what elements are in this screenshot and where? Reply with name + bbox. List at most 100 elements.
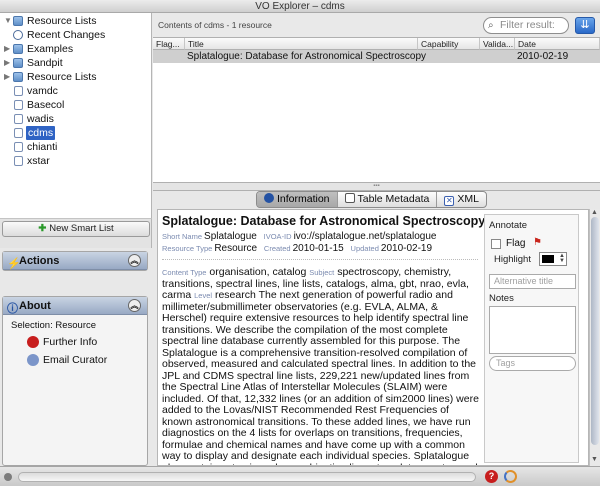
column-header-capability[interactable]: Capability <box>418 38 480 50</box>
xml-icon: ✕ <box>444 196 455 206</box>
collapse-icon[interactable]: ︽ <box>128 299 141 312</box>
folder-icon <box>13 58 23 68</box>
alternative-title-input[interactable]: Alternative title <box>489 274 576 289</box>
created-key: Created <box>263 244 291 253</box>
collapse-icon[interactable]: ︽ <box>128 254 141 267</box>
sidebar-item-resource-lists[interactable]: ▶ Resource Lists <box>0 70 152 84</box>
folder-icon <box>13 16 23 26</box>
flag-label: Flag <box>506 238 526 249</box>
selection-label: Selection: Resource <box>11 320 97 331</box>
description-block: Content Type organisation, catalog Subje… <box>162 266 480 465</box>
disclosure-triangle-icon[interactable]: ▶ <box>4 42 10 56</box>
lightning-icon: ⚡ <box>7 258 21 270</box>
tab-table-metadata[interactable]: Table Metadata <box>338 192 438 207</box>
row-title: Splatalogue: Database for Astronomical S… <box>187 51 427 62</box>
column-header-date[interactable]: Date <box>515 38 600 50</box>
sidebar-header[interactable]: ▼ Resource Lists <box>0 14 152 28</box>
table-icon <box>344 193 355 203</box>
filter-input[interactable]: ⌕ Filter result: <box>483 17 569 34</box>
document-icon <box>14 100 23 110</box>
updated-value: 2010-02-19 <box>380 243 433 254</box>
meta-line-1: Short Name Splatalogue IVOA-ID ivo://splat… <box>162 231 440 242</box>
further-info-label: Further Info <box>43 336 98 348</box>
row-date: 2010-02-19 <box>517 51 569 62</box>
annotate-panel: Annotate Flag ⚑ Highlight ▲ ▼ Alternative… <box>484 214 579 463</box>
split-handle[interactable]: ▪▪▪ <box>153 182 600 191</box>
info-icon <box>264 193 274 203</box>
column-header-validation[interactable]: Valida... <box>480 38 515 50</box>
document-icon <box>14 128 23 138</box>
ivoa-id-key: IVOA-ID <box>263 232 292 241</box>
content-type-value: organisation, catalog <box>209 266 307 278</box>
about-body: Selection: Resource Further Info Email C… <box>3 315 147 369</box>
filter-placeholder: Filter result: <box>500 19 555 31</box>
tags-input[interactable]: Tags <box>489 356 576 371</box>
tab-xml[interactable]: ✕ XML <box>437 192 486 207</box>
scroll-down-icon[interactable]: ▼ <box>591 456 598 463</box>
document-icon <box>14 86 23 96</box>
sidebar-item-cdms[interactable]: cdms <box>0 126 152 140</box>
level-value: research <box>214 289 256 301</box>
actions-header[interactable]: ⚡ Actions ︽ <box>3 252 147 270</box>
sidebar-item-sandpit[interactable]: ▶ Sandpit <box>0 56 152 70</box>
annotate-title: Annotate <box>489 220 528 231</box>
sidebar-item-examples[interactable]: ▶ Examples <box>0 42 152 56</box>
disclosure-triangle-icon[interactable]: ▶ <box>4 56 10 70</box>
person-icon <box>27 354 39 366</box>
sidebar-item-label: Examples <box>27 43 74 55</box>
app-window: VO Explorer – cdms ▼ Resource Lists Rece… <box>0 0 600 486</box>
content-type-key: Content Type <box>162 268 207 277</box>
sidebar-item-basecol[interactable]: Basecol <box>0 98 152 112</box>
search-icon: ⌕ <box>488 20 494 31</box>
folder-icon <box>13 44 23 54</box>
meta-line-2: Resource Type Resource Created 2010-01-15 … <box>162 243 436 254</box>
created-value: 2010-01-15 <box>292 243 344 254</box>
about-title: About <box>19 300 51 312</box>
further-info-link[interactable]: Further Info <box>13 333 147 351</box>
sidebar-item-xstar[interactable]: xstar <box>0 154 152 168</box>
sidebar-item-label: vamdc <box>27 85 58 97</box>
highlight-label: Highlight <box>494 254 531 265</box>
sidebar-item-label: Basecol <box>27 99 65 111</box>
tab-table-metadata-label: Table Metadata <box>357 193 430 205</box>
scroll-up-icon[interactable]: ▲ <box>591 209 598 216</box>
sidebar-item-label: xstar <box>27 155 50 167</box>
ivoa-id-value[interactable]: ivo://splatalogue.net/splatalogue <box>294 231 437 242</box>
about-header[interactable]: ⓘ About ︽ <box>3 297 147 315</box>
double-chevron-down-icon: ⇊ <box>580 19 590 31</box>
divider <box>162 259 478 260</box>
scrollbar-thumb[interactable] <box>591 217 599 445</box>
table-row[interactable]: Splatalogue: Database for Astronomical S… <box>153 50 600 63</box>
flag-icon: ⚑ <box>533 237 542 248</box>
sidebar-item-label: wadis <box>27 113 54 125</box>
actions-panel: ⚡ Actions ︽ <box>2 251 148 271</box>
tab-information-label: Information <box>277 193 330 205</box>
short-name-key: Short Name <box>162 232 203 241</box>
sidebar-item-chianti[interactable]: chianti <box>0 140 152 154</box>
notes-label: Notes <box>489 293 514 304</box>
horizontal-scrollbar[interactable] <box>18 472 476 482</box>
tab-xml-label: XML <box>457 193 479 205</box>
color-swatch <box>542 255 554 263</box>
about-panel: ⓘ About ︽ Selection: Resource Further In… <box>2 296 148 466</box>
contents-caption: Contents of cdms - 1 resource <box>158 20 272 30</box>
sidebar-item-recent-changes[interactable]: Recent Changes <box>0 28 152 42</box>
column-header-title[interactable]: Title <box>185 38 418 50</box>
status-dot-icon <box>4 473 12 481</box>
tab-information[interactable]: Information <box>257 192 338 207</box>
detail-scrollbar[interactable]: ▲ ▼ <box>589 209 600 466</box>
highlight-color-picker[interactable]: ▲ ▼ <box>539 252 567 266</box>
disclosure-triangle-icon[interactable]: ▶ <box>4 70 10 84</box>
disclosure-triangle-icon[interactable]: ▼ <box>4 14 12 28</box>
new-smart-list-button[interactable]: ✚ New Smart List <box>2 221 150 237</box>
sidebar-item-wadis[interactable]: wadis <box>0 112 152 126</box>
column-header-flag[interactable]: Flag... <box>153 38 185 50</box>
sidebar-item-vamdc[interactable]: vamdc <box>0 84 152 98</box>
notes-textarea[interactable] <box>489 306 576 354</box>
flag-checkbox[interactable] <box>491 239 501 249</box>
email-curator-link[interactable]: Email Curator <box>13 351 147 369</box>
help-icon[interactable]: ? <box>485 470 498 483</box>
download-button[interactable]: ⇊ <box>575 17 595 34</box>
stepper-arrows-icon: ▲ ▼ <box>559 253 565 264</box>
sidebar-item-label: chianti <box>27 141 58 153</box>
